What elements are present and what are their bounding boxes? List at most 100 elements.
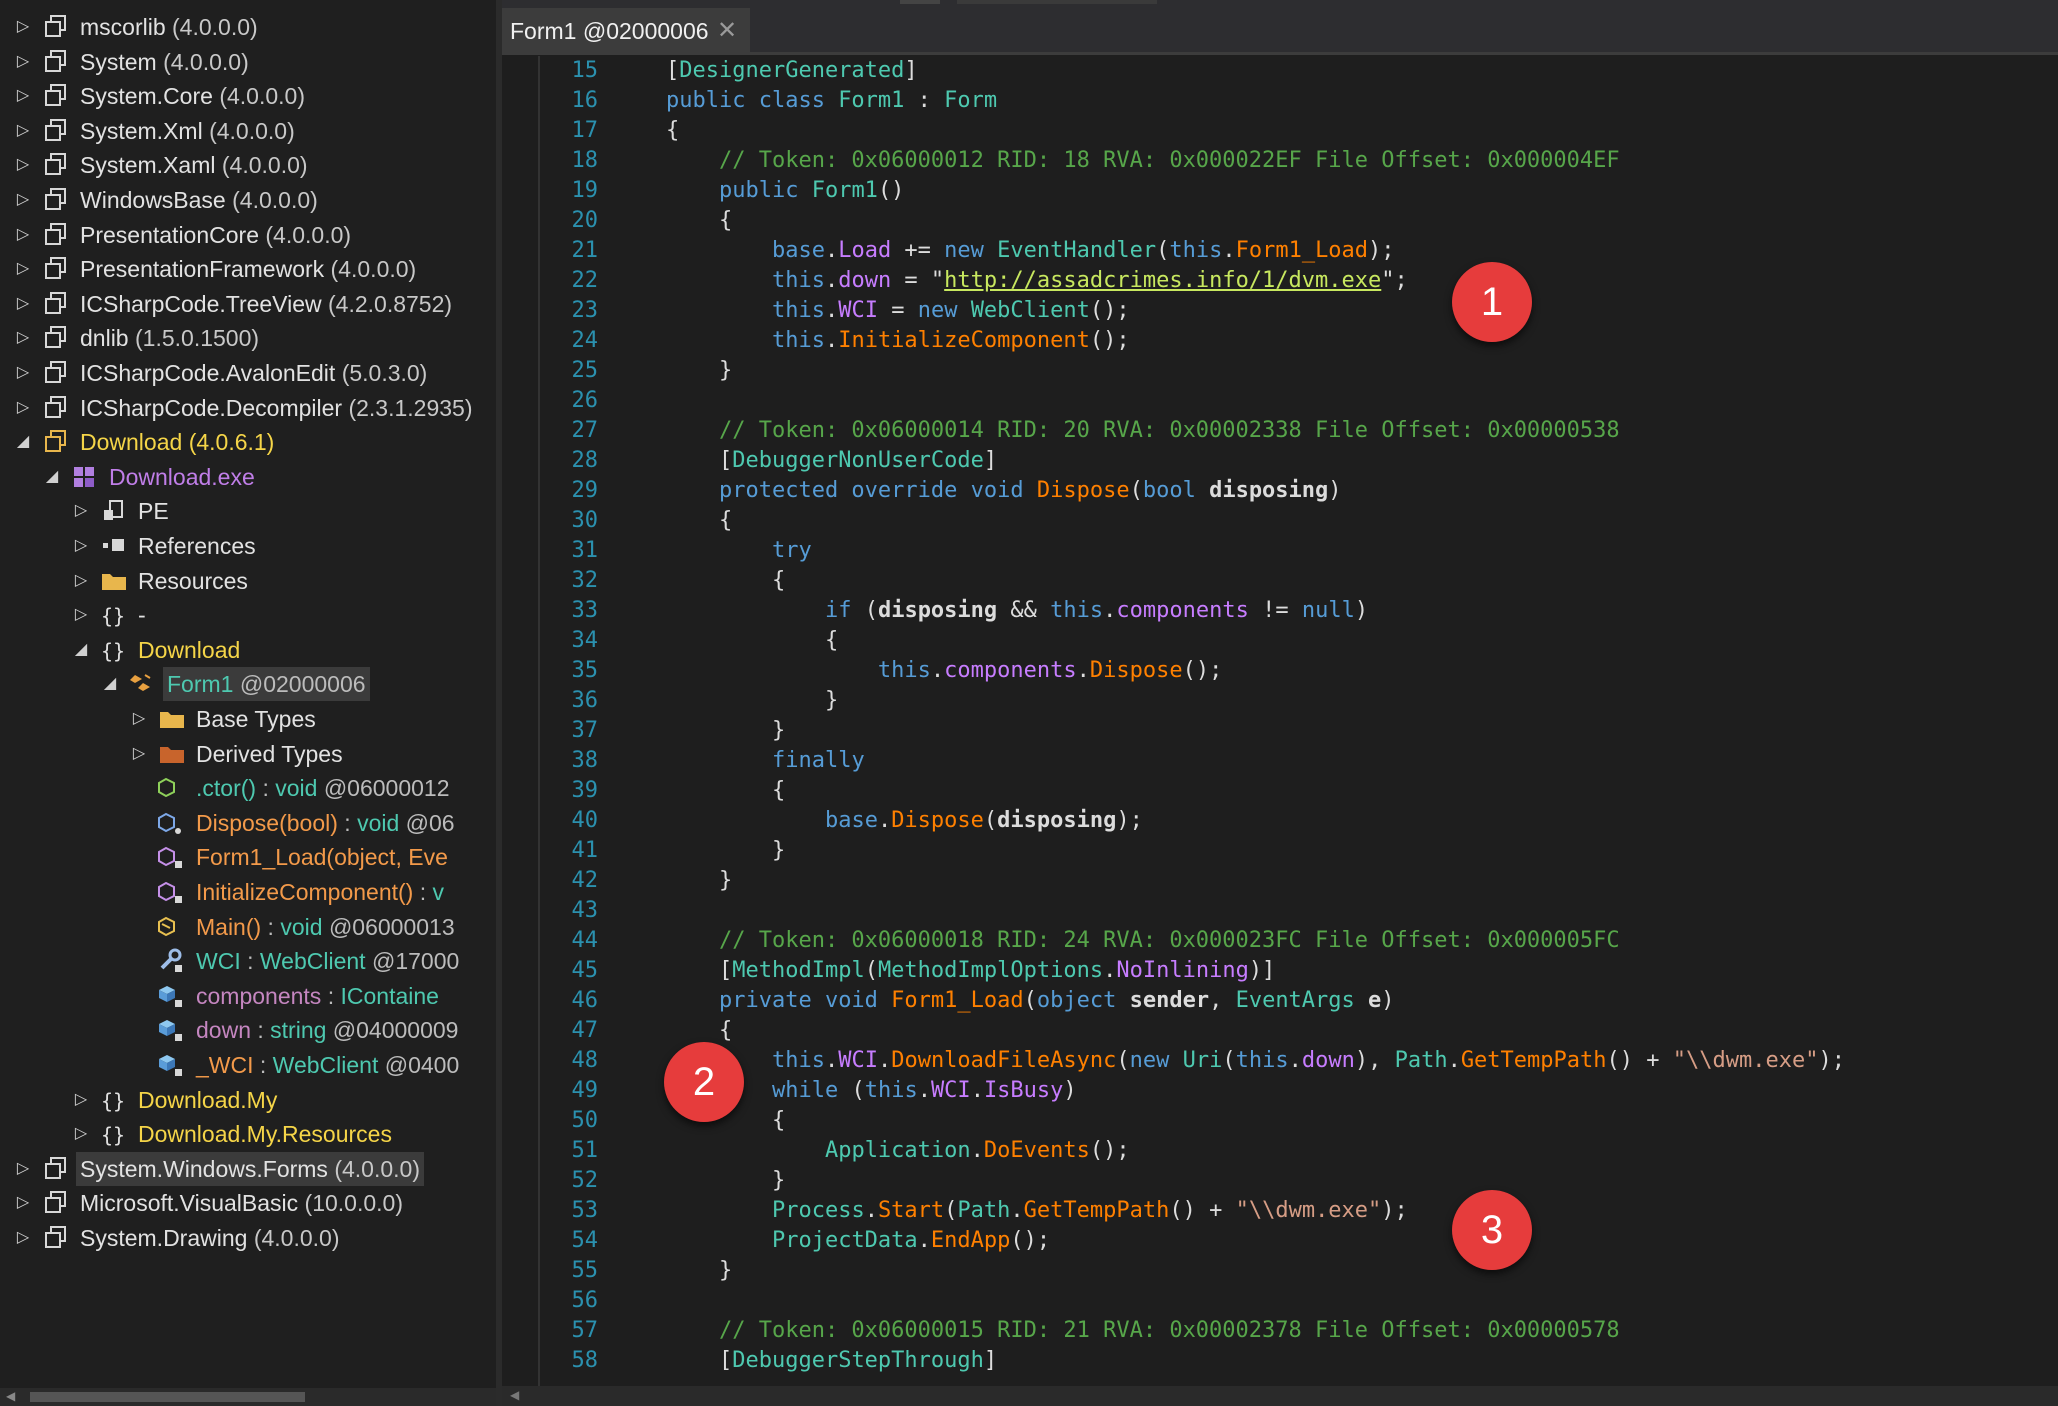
expand-icon[interactable]: ▷ xyxy=(130,702,148,736)
code-token: new xyxy=(944,238,998,263)
code-token: this xyxy=(771,1048,825,1073)
scroll-left-icon[interactable]: ◀ xyxy=(510,1388,519,1402)
code-token: public xyxy=(718,178,812,203)
code-text: this.components.Dispose(); xyxy=(666,656,1222,686)
item-name: PresentationFramework xyxy=(80,256,325,283)
assembly-explorer: ▷ mscorlib (4.0.0.0) ▷ System (4.0.0.0) ▷ Sys… xyxy=(0,0,496,1406)
code-token: ); xyxy=(1116,808,1143,833)
code-token: private void xyxy=(718,988,892,1013)
code-token: this xyxy=(771,298,825,323)
code-token: InitializeComponent xyxy=(838,328,1090,353)
code-token: new xyxy=(1129,1048,1183,1073)
code-token: . xyxy=(877,1048,892,1073)
code-token: . xyxy=(1103,958,1117,983)
code-token: DesignerGenerated xyxy=(679,58,905,83)
line-number: 39 xyxy=(571,778,599,803)
item-name: Download xyxy=(138,636,241,663)
scroll-left-icon[interactable]: ◀ xyxy=(6,1389,15,1403)
code-view[interactable]: 15 [DesignerGenerated] 16 public class Form… xyxy=(502,56,2058,1386)
tree-item-label: Form1 @02000006 xyxy=(163,667,370,702)
expand-icon[interactable]: ▷ xyxy=(130,737,148,771)
url-link[interactable]: http://assadcrimes.info/1/dvm.exe xyxy=(944,268,1381,293)
code-token: . xyxy=(824,238,839,263)
tree-horizontal-scrollbar[interactable]: ◀ xyxy=(0,1388,496,1406)
expand-icon[interactable]: ▷ xyxy=(14,287,32,321)
item-name: - xyxy=(138,602,146,629)
collapse-icon[interactable]: ◢ xyxy=(14,425,32,459)
line-number: 27 xyxy=(571,418,599,443)
code-token: (); xyxy=(1182,658,1223,683)
expand-icon[interactable]: ▷ xyxy=(14,321,32,355)
code-text: // Token: 0x06000012 RID: 18 RVA: 0x0000… xyxy=(666,146,1620,176)
editor-horizontal-scrollbar[interactable]: ◀ xyxy=(502,1386,2058,1406)
code-token: null xyxy=(1301,598,1355,623)
expand-icon[interactable]: ▷ xyxy=(14,114,32,148)
tab-title: Form1 @02000006 xyxy=(510,18,709,44)
code-token: sender xyxy=(1129,988,1210,1013)
code-text: this.down = "http://assadcrimes.info/1/d… xyxy=(666,266,1408,296)
item-name: References xyxy=(138,533,256,559)
expand-icon[interactable]: ▷ xyxy=(72,598,90,632)
line-number: 49 xyxy=(571,1078,599,1103)
expand-icon[interactable]: ▷ xyxy=(14,1152,32,1186)
code-text: this.WCI = new WebClient(); xyxy=(666,296,1130,326)
expand-icon[interactable]: ▷ xyxy=(14,391,32,425)
expand-icon[interactable]: ▷ xyxy=(72,494,90,528)
code-token: WCI xyxy=(930,1078,971,1103)
tab-form1[interactable]: Form1 @02000006 ✕ xyxy=(502,8,750,54)
code-token: protected override void xyxy=(718,478,1037,503)
item-name: dnlib xyxy=(80,325,129,352)
code-token: { xyxy=(824,628,839,653)
expand-icon[interactable]: ▷ xyxy=(14,1186,32,1220)
code-token: Process xyxy=(771,1198,865,1223)
line-number: 43 xyxy=(571,898,599,923)
collapse-icon[interactable]: ◢ xyxy=(72,633,90,667)
code-token: Uri xyxy=(1182,1048,1223,1073)
line-number: 31 xyxy=(571,538,599,563)
expand-icon[interactable]: ▷ xyxy=(72,529,90,563)
code-token: Form1 xyxy=(838,88,905,113)
expand-icon[interactable]: ▷ xyxy=(14,10,32,44)
ns-icon: {} xyxy=(100,602,128,628)
tree-item-label: Microsoft.VisualBasic (10.0.0.0) xyxy=(80,1186,403,1220)
code-text: [MethodImpl(MethodImplOptions.NoInlining… xyxy=(666,956,1275,986)
item-version: (4.0.0.0) xyxy=(232,187,318,213)
code-token: ( xyxy=(1156,238,1170,263)
expand-icon[interactable]: ▷ xyxy=(14,1221,32,1255)
item-version: (2.3.1.2935) xyxy=(348,394,473,421)
collapse-icon[interactable]: ◢ xyxy=(101,667,119,701)
scroll-thumb[interactable] xyxy=(30,1392,305,1402)
expand-icon[interactable]: ▷ xyxy=(14,183,32,217)
expand-icon[interactable]: ▷ xyxy=(72,1083,90,1117)
code-token: "; xyxy=(1381,268,1408,293)
tree-item-label: ICSharpCode.TreeView (4.2.0.8752) xyxy=(80,287,452,321)
code-token: . xyxy=(930,658,945,683)
item-name: PE xyxy=(138,498,169,525)
item-name: mscorlib xyxy=(80,14,166,40)
tree-item-label: System.Drawing (4.0.0.0) xyxy=(80,1221,339,1255)
folder-icon xyxy=(100,568,128,594)
expand-icon[interactable]: ▷ xyxy=(14,148,32,182)
code-token: . xyxy=(970,1138,984,1163)
line-number: 15 xyxy=(571,58,599,83)
member-name: Main() xyxy=(196,913,262,940)
expand-icon[interactable]: ▷ xyxy=(14,45,32,79)
expand-icon[interactable]: ▷ xyxy=(14,79,32,113)
tree-item-label: Download.My xyxy=(138,1083,277,1117)
expand-icon[interactable]: ▷ xyxy=(72,1117,90,1151)
code-text: } xyxy=(666,686,838,716)
expand-icon[interactable]: ▷ xyxy=(72,564,90,598)
ns-icon: {} xyxy=(100,1087,128,1113)
line-number: 34 xyxy=(571,628,599,653)
close-icon[interactable]: ✕ xyxy=(717,8,737,54)
member-token: @06000013 xyxy=(328,913,455,940)
item-version: (4.0.0.0) xyxy=(330,256,417,283)
expand-icon[interactable]: ▷ xyxy=(14,218,32,252)
code-token: down xyxy=(838,268,892,293)
collapse-icon[interactable]: ◢ xyxy=(43,460,61,494)
code-token: Start xyxy=(877,1198,945,1223)
line-number: 52 xyxy=(571,1168,599,1193)
code-token: ), xyxy=(1354,1048,1395,1073)
expand-icon[interactable]: ▷ xyxy=(14,356,32,390)
expand-icon[interactable]: ▷ xyxy=(14,252,32,286)
